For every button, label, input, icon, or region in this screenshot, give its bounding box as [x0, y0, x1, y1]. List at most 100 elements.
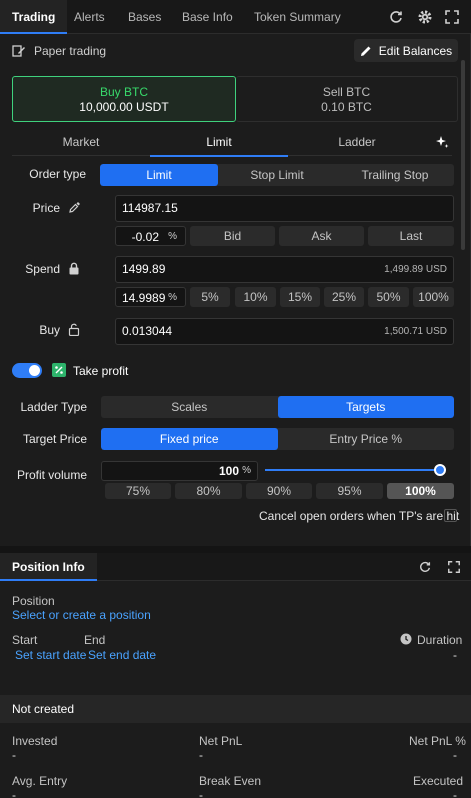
set-start-date-link[interactable]: Set start date	[15, 648, 86, 662]
tab-alerts[interactable]: Alerts	[74, 0, 105, 34]
sell-side-button[interactable]: Sell BTC 0.10 BTC	[236, 76, 458, 122]
paper-trading-indicator: Paper trading	[12, 43, 106, 59]
spend-10-button[interactable]: 10%	[235, 287, 276, 307]
lock-closed-icon[interactable]	[68, 262, 80, 275]
clock-icon	[400, 633, 412, 645]
order-type-stop-limit[interactable]: Stop Limit	[218, 164, 336, 186]
position-label: Position	[12, 594, 55, 608]
buy-side-button[interactable]: Buy BTC 10,000.00 USDT	[12, 76, 236, 122]
cancel-orders-label: Cancel open orders when TP's are hit	[259, 509, 460, 523]
stat-invested-value: -	[12, 748, 16, 762]
price-value: 114987.15	[122, 201, 178, 215]
percent-icon	[55, 366, 63, 374]
sell-side-title: Sell BTC	[322, 85, 371, 99]
order-type-trailing-stop[interactable]: Trailing Stop	[336, 164, 454, 186]
spend-input[interactable]: 1499.89 1,499.89 USD	[115, 256, 454, 283]
position-panel: Position Info Position Select or create …	[0, 553, 471, 798]
select-position-link[interactable]: Select or create a position	[12, 608, 151, 622]
stat-executed-label: Executed	[413, 774, 464, 788]
spend-percent-value: 14.9989	[122, 291, 166, 305]
tab-base-info[interactable]: Base Info	[182, 0, 233, 34]
set-end-date-link[interactable]: Set end date	[88, 648, 156, 662]
tab-position-info[interactable]: Position Info	[0, 553, 97, 581]
take-profit-toggle[interactable]	[12, 363, 42, 378]
duration-value: -	[453, 648, 457, 662]
buy-amount-label: Buy	[39, 323, 60, 337]
price-ask-button[interactable]: Ask	[279, 226, 364, 246]
profit-volume-90-button[interactable]: 90%	[246, 483, 312, 499]
stat-avg-entry-value: -	[12, 788, 16, 798]
spend-15-button[interactable]: 15%	[280, 287, 320, 307]
position-status: Not created	[12, 702, 75, 716]
position-status-bar: Not created	[0, 695, 471, 723]
eyedropper-icon[interactable]	[68, 201, 81, 214]
stat-avg-entry-label: Avg. Entry	[12, 774, 68, 788]
profit-volume-label: Profit volume	[16, 468, 87, 482]
ladder-type-scales[interactable]: Scales	[101, 396, 278, 418]
ladder-type-selector: Scales Targets	[101, 396, 454, 418]
profit-volume-slider-track[interactable]	[265, 469, 441, 471]
spend-50-button[interactable]: 50%	[368, 287, 409, 307]
trading-panel-scrollbar[interactable]	[461, 60, 465, 250]
expand-icon[interactable]	[444, 9, 460, 25]
ladder-type-targets[interactable]: Targets	[277, 396, 454, 418]
edit-balances-button[interactable]: Edit Balances	[354, 39, 458, 62]
tab-limit[interactable]: Limit	[150, 128, 288, 157]
take-profit-checkbox[interactable]	[52, 363, 66, 377]
price-input[interactable]: 114987.15	[115, 195, 454, 222]
stat-net-pnl-label: Net PnL	[199, 734, 243, 748]
lock-open-icon[interactable]	[68, 323, 80, 336]
profit-volume-75-button[interactable]: 75%	[105, 483, 171, 499]
stat-invested-label: Invested	[12, 734, 58, 748]
sparkle-icon[interactable]	[435, 135, 449, 149]
edit-balances-label: Edit Balances	[378, 43, 453, 58]
refresh-icon[interactable]	[388, 9, 404, 25]
spend-percent-input[interactable]: 14.9989 %	[115, 287, 186, 307]
price-bid-button[interactable]: Bid	[190, 226, 275, 246]
tab-token-summary[interactable]: Token Summary	[254, 0, 341, 34]
tab-trading[interactable]: Trading	[0, 0, 68, 34]
spend-5-button[interactable]: 5%	[190, 287, 230, 307]
buy-side-balance: 10,000.00 USDT	[79, 100, 169, 114]
cancel-orders-checkbox[interactable]	[444, 509, 457, 522]
notepad-pen-icon	[12, 45, 25, 57]
duration-label: Duration	[417, 633, 463, 647]
trading-panel: Trading Alerts Bases Base Info Token Sum…	[0, 0, 471, 546]
profit-volume-unit: %	[242, 465, 251, 476]
profit-volume-95-button[interactable]: 95%	[316, 483, 383, 499]
profit-volume-80-button[interactable]: 80%	[175, 483, 242, 499]
price-offset-value: -0.02	[131, 230, 159, 244]
target-price-entry-percent[interactable]: Entry Price %	[278, 428, 455, 450]
pencil-icon	[360, 46, 371, 56]
price-offset-unit: %	[168, 231, 177, 242]
order-type-limit[interactable]: Limit	[100, 164, 218, 186]
ladder-type-label: Ladder Type	[20, 400, 88, 414]
spend-label: Spend	[25, 262, 60, 276]
price-offset-input[interactable]: -0.02 %	[115, 226, 186, 246]
target-price-label: Target Price	[22, 432, 87, 446]
spend-25-button[interactable]: 25%	[324, 287, 364, 307]
profit-volume-slider-handle[interactable]	[434, 464, 446, 476]
spend-percent-unit: %	[168, 292, 177, 303]
price-last-button[interactable]: Last	[368, 226, 454, 246]
profit-volume-100-button[interactable]: 100%	[387, 483, 454, 499]
buy-amount-usd-hint: 1,500.71 USD	[384, 326, 447, 337]
end-label: End	[84, 633, 106, 647]
buy-amount-input[interactable]: 0.013044 1,500.71 USD	[115, 318, 454, 345]
position-tab-bar: Position Info	[0, 553, 471, 581]
tab-market[interactable]: Market	[12, 128, 150, 156]
order-type-label: Order type	[29, 167, 86, 181]
gear-icon[interactable]	[417, 9, 433, 25]
tab-ladder[interactable]: Ladder	[288, 128, 426, 156]
buy-side-title: Buy BTC	[99, 85, 148, 99]
paper-trading-label: Paper trading	[34, 44, 107, 58]
buy-amount-value: 0.013044	[122, 324, 173, 338]
spend-usd-hint: 1,499.89 USD	[384, 264, 447, 275]
price-label: Price	[32, 201, 60, 215]
spend-100-button[interactable]: 100%	[413, 287, 454, 307]
refresh-icon[interactable]	[418, 560, 432, 574]
expand-icon[interactable]	[447, 560, 461, 574]
tab-bases[interactable]: Bases	[128, 0, 161, 34]
target-price-fixed[interactable]: Fixed price	[101, 428, 278, 450]
profit-volume-input[interactable]: 100 %	[101, 461, 258, 481]
